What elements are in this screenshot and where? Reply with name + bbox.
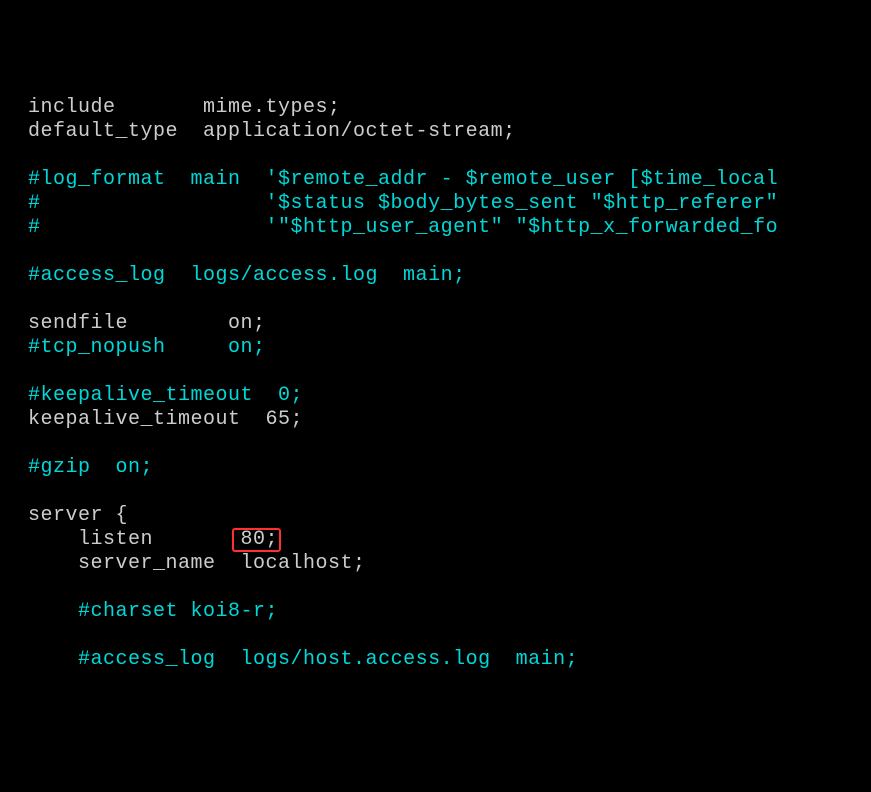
comment-text: #log_format main '$remote_addr - $remote… <box>28 168 778 191</box>
comment-text: #gzip on; <box>28 456 153 479</box>
code-text: server { <box>28 504 128 527</box>
code-line <box>28 240 871 264</box>
comment-text: #keepalive_timeout 0; <box>28 384 303 407</box>
code-text <box>28 648 78 671</box>
comment-text: # '"$http_user_agent" "$http_x_forwarded… <box>28 216 778 239</box>
code-text: keepalive_timeout 65; <box>28 408 303 431</box>
code-line: include mime.types; <box>28 96 871 120</box>
code-line: #gzip on; <box>28 456 871 480</box>
code-line: #access_log logs/access.log main; <box>28 264 871 288</box>
code-line: default_type application/octet-stream; <box>28 120 871 144</box>
code-text: listen 80; <box>28 528 278 551</box>
code-line: #access_log logs/host.access.log main; <box>28 648 871 672</box>
code-text: include mime.types; <box>28 96 341 119</box>
code-line: #log_format main '$remote_addr - $remote… <box>28 168 871 192</box>
code-line <box>28 576 871 600</box>
comment-text: #access_log logs/host.access.log main; <box>78 648 578 671</box>
code-line <box>28 144 871 168</box>
code-line: # '$status $body_bytes_sent "$http_refer… <box>28 192 871 216</box>
code-line <box>28 360 871 384</box>
code-line: server_name localhost; <box>28 552 871 576</box>
code-line <box>28 624 871 648</box>
code-line: #tcp_nopush on; <box>28 336 871 360</box>
code-line <box>28 480 871 504</box>
comment-text: #tcp_nopush on; <box>28 336 266 359</box>
comment-text: #charset koi8-r; <box>78 600 278 623</box>
code-editor[interactable]: include mime.types;default_type applicat… <box>0 96 871 672</box>
code-text <box>28 600 78 623</box>
code-line: #charset koi8-r; <box>28 600 871 624</box>
code-line: server { <box>28 504 871 528</box>
code-line: #keepalive_timeout 0; <box>28 384 871 408</box>
code-line: keepalive_timeout 65; <box>28 408 871 432</box>
comment-text: # '$status $body_bytes_sent "$http_refer… <box>28 192 778 215</box>
code-text: default_type application/octet-stream; <box>28 120 516 143</box>
code-text: server_name localhost; <box>28 552 366 575</box>
code-line: # '"$http_user_agent" "$http_x_forwarded… <box>28 216 871 240</box>
code-line: sendfile on; <box>28 312 871 336</box>
code-line <box>28 432 871 456</box>
code-line <box>28 288 871 312</box>
comment-text: #access_log logs/access.log main; <box>28 264 466 287</box>
code-text: sendfile on; <box>28 312 266 335</box>
code-line: listen 80; <box>28 528 871 552</box>
